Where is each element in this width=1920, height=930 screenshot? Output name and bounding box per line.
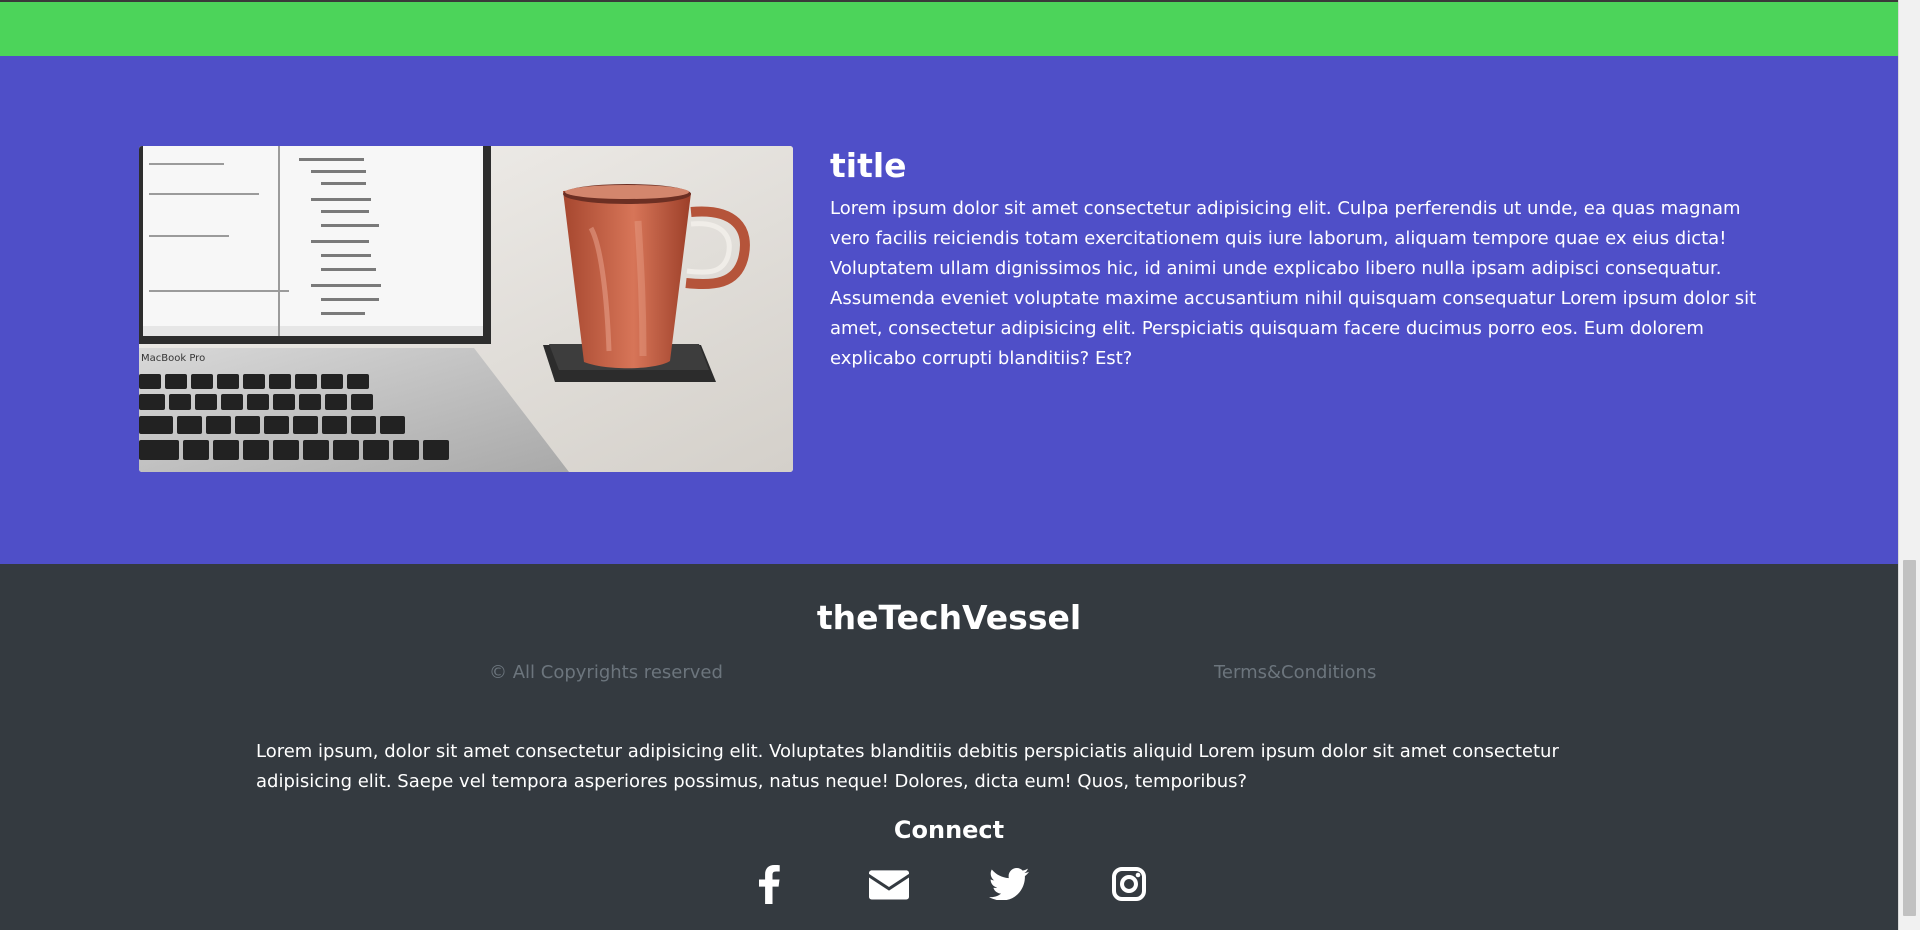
brand-name: theTechVessel — [816, 598, 1082, 637]
instagram-icon — [1112, 867, 1146, 901]
twitter-icon — [989, 868, 1029, 900]
facebook-link[interactable] — [749, 864, 789, 904]
copyright-text: © All Copyrights reserved — [489, 662, 723, 683]
email-link[interactable] — [869, 864, 909, 904]
footer-description: Lorem ipsum, dolor sit amet consectetur … — [256, 741, 1559, 792]
macbook-pro-label: MacBook Pro — [141, 353, 205, 364]
webpage: MacBook Pro title Lorem ipsum dolor sit … — [0, 0, 1898, 930]
laptop-coffee-illustration: MacBook Pro — [139, 146, 793, 472]
social-links — [0, 864, 1898, 904]
scrollbar-thumb[interactable] — [1903, 560, 1916, 916]
connect-heading: Connect — [893, 816, 1005, 844]
twitter-link[interactable] — [989, 864, 1029, 904]
facebook-icon — [759, 865, 780, 904]
terms-conditions-link[interactable]: Terms&Conditions — [1214, 662, 1376, 683]
site-footer: theTechVessel © All Copyrights reserved … — [0, 564, 1898, 930]
page-scrollbar[interactable] — [1898, 0, 1920, 930]
feature-section: MacBook Pro title Lorem ipsum dolor sit … — [0, 56, 1898, 564]
instagram-link[interactable] — [1109, 864, 1149, 904]
laptop-coffee-image: MacBook Pro — [139, 146, 793, 472]
feature-text: title Lorem ipsum dolor sit amet consect… — [830, 146, 1765, 374]
feature-title: title — [830, 146, 907, 185]
green-banner — [0, 2, 1898, 56]
feature-description: Lorem ipsum dolor sit amet consectetur a… — [830, 198, 1757, 370]
envelope-icon — [869, 870, 909, 900]
